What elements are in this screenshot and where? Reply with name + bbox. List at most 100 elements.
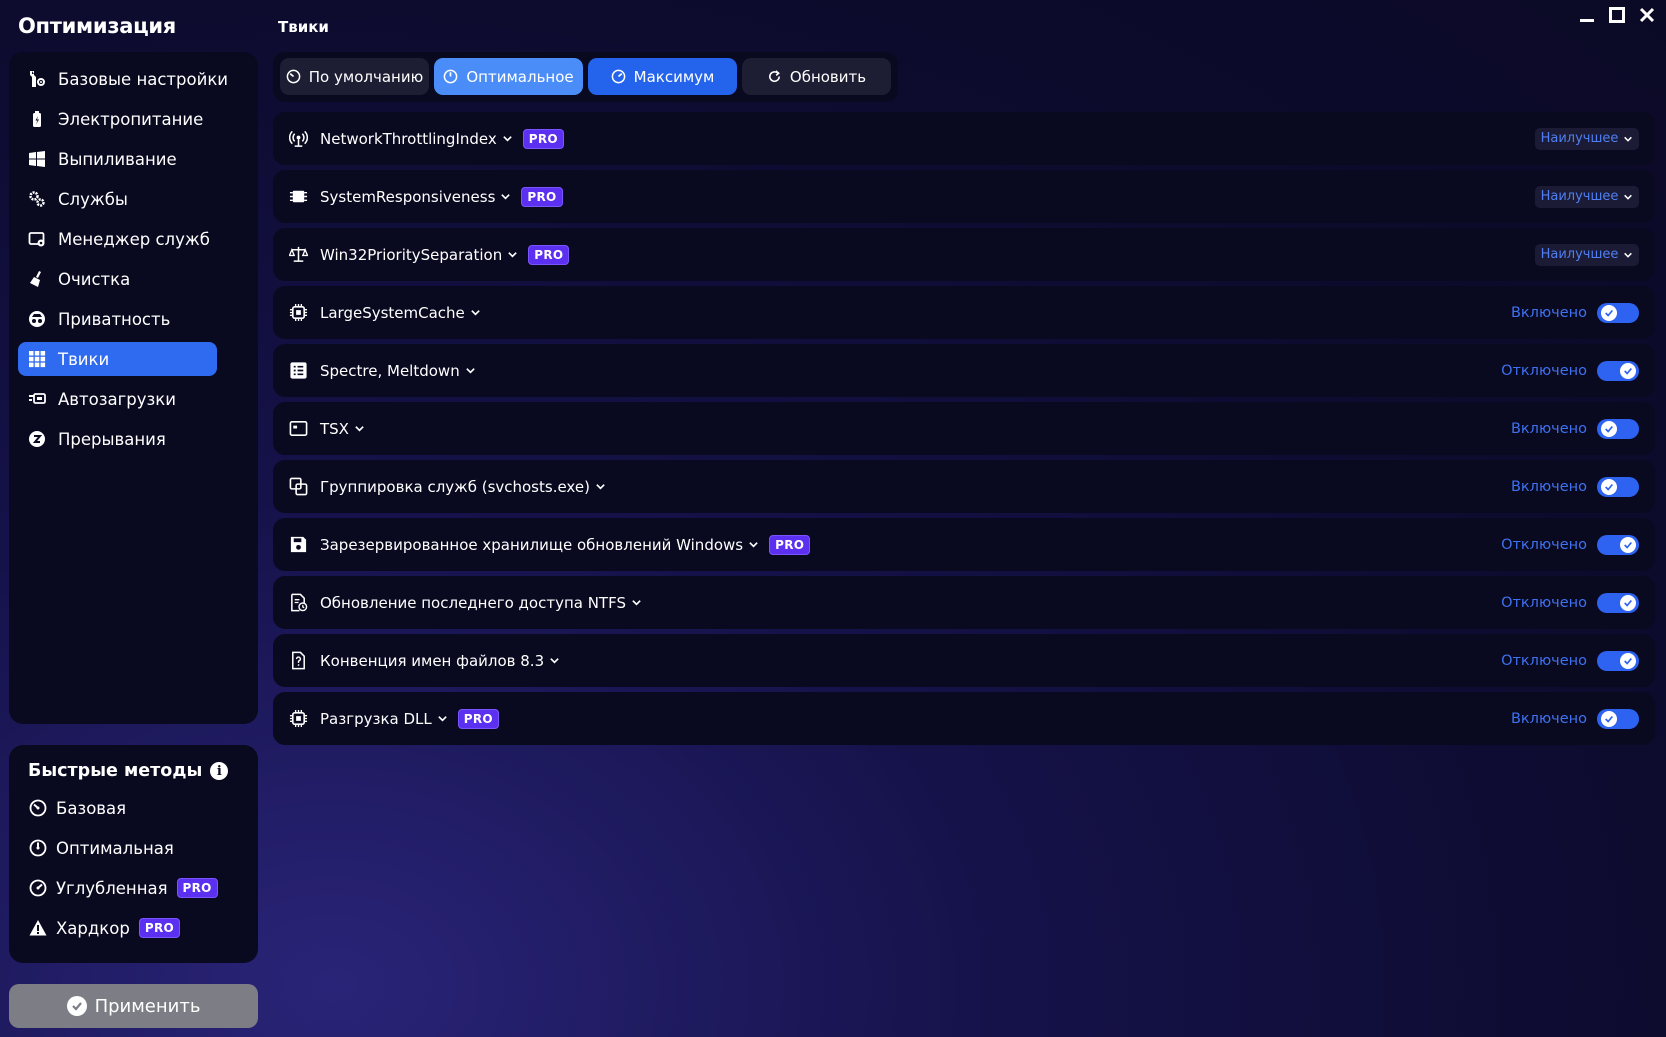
maximize-button[interactable] xyxy=(1608,6,1626,24)
tweak-select-value: Наилучшее xyxy=(1540,131,1619,146)
sidebar-item-autostart[interactable]: Автозагрузки xyxy=(18,382,249,416)
sidebar-item-label: Автозагрузки xyxy=(58,389,176,409)
tweak-toggle[interactable] xyxy=(1597,302,1639,323)
section-title: Твики xyxy=(278,18,329,36)
chevron-down-icon[interactable] xyxy=(631,597,643,609)
windows-icon xyxy=(26,149,48,169)
close-button[interactable] xyxy=(1638,6,1656,24)
preset-maximum-label: Максимум xyxy=(633,67,715,86)
minimize-button[interactable] xyxy=(1578,6,1596,24)
quick-method-gauge-high[interactable]: Углубленная PRO xyxy=(28,873,248,903)
tweak-name: Конвенция имен файлов 8.3 xyxy=(320,651,545,670)
chevron-down-icon[interactable] xyxy=(354,423,366,435)
tweak-status: Включено xyxy=(1510,420,1587,437)
pro-badge: PRO xyxy=(176,878,218,898)
tweak-row: Обновление последнего доступа NTFS Отключ… xyxy=(273,576,1655,629)
chevron-down-icon[interactable] xyxy=(465,365,477,377)
network-icon xyxy=(288,129,308,149)
tweak-name: LargeSystemCache xyxy=(320,303,465,322)
preset-maximum-button[interactable]: Максимум xyxy=(588,58,737,95)
preset-default-button[interactable]: По умолчанию xyxy=(280,58,429,95)
tweak-name: Разгрузка DLL xyxy=(320,709,432,728)
quick-method-label: Базовая xyxy=(56,798,127,818)
tweak-name: Зарезервированное хранилище обновлений W… xyxy=(320,535,744,554)
chevron-down-icon[interactable] xyxy=(595,481,607,493)
warning-icon xyxy=(28,918,48,938)
sidebar-item-tools[interactable]: Базовые настройки xyxy=(18,62,249,96)
tweak-status: Отключено xyxy=(1501,594,1587,611)
check-icon xyxy=(1620,536,1636,553)
tweak-row: TSX Включено xyxy=(273,402,1655,455)
window-controls xyxy=(1578,6,1656,24)
chevron-down-icon[interactable] xyxy=(549,655,561,667)
sidebar: Базовые настройки Электропитание Выпиливан… xyxy=(9,52,258,724)
preset-default-label: По умолчанию xyxy=(308,67,424,86)
broom-icon xyxy=(26,269,48,289)
apply-button[interactable]: Применить xyxy=(9,984,258,1028)
sidebar-item-broom[interactable]: Очистка xyxy=(18,262,249,296)
tweak-select[interactable]: Наилучшее xyxy=(1535,243,1639,266)
quick-methods-panel: Быстрые методы i Базовая Оптимальная Углуб… xyxy=(9,745,258,963)
tweak-select[interactable]: Наилучшее xyxy=(1535,185,1639,208)
tweak-toggle[interactable] xyxy=(1597,418,1639,439)
sidebar-item-label: Базовые настройки xyxy=(58,69,229,89)
sidebar-item-gears[interactable]: Службы xyxy=(18,182,249,216)
copy-icon xyxy=(288,477,308,497)
tweak-toggle[interactable] xyxy=(1597,360,1639,381)
info-icon[interactable]: i xyxy=(210,762,229,780)
chevron-down-icon[interactable] xyxy=(748,539,760,551)
chevron-down-icon[interactable] xyxy=(500,191,512,203)
pro-badge: PRO xyxy=(528,244,570,265)
tweak-toggle[interactable] xyxy=(1597,592,1639,613)
pro-badge: PRO xyxy=(457,708,499,729)
preset-refresh-button[interactable]: Обновить xyxy=(742,58,891,95)
close-icon xyxy=(1639,7,1655,23)
sidebar-item-grid[interactable]: Твики xyxy=(18,342,217,376)
tweak-toggle[interactable] xyxy=(1597,534,1639,555)
apply-button-label: Применить xyxy=(94,995,201,1017)
quick-method-label: Углубленная xyxy=(56,878,168,898)
sidebar-item-label: Менеджер служб xyxy=(58,229,210,249)
gauge-mid-icon xyxy=(28,838,48,858)
tweak-status: Включено xyxy=(1510,710,1587,727)
autostart-icon xyxy=(26,389,48,409)
tweak-status: Отключено xyxy=(1501,652,1587,669)
quick-method-gauge-low[interactable]: Базовая xyxy=(28,793,248,823)
file-question-icon xyxy=(288,651,308,671)
check-icon xyxy=(1601,304,1617,321)
chevron-down-icon[interactable] xyxy=(507,249,519,261)
sidebar-item-incognito[interactable]: Приватность xyxy=(18,302,249,336)
gauge-high-icon xyxy=(611,69,625,84)
sidebar-item-battery[interactable]: Электропитание xyxy=(18,102,249,136)
sidebar-item-interrupt[interactable]: Прерывания xyxy=(18,422,249,456)
tweak-status: Включено xyxy=(1510,478,1587,495)
refresh-icon xyxy=(768,70,780,83)
check-icon xyxy=(1601,420,1617,437)
pro-badge: PRO xyxy=(522,128,564,149)
chevron-down-icon[interactable] xyxy=(437,713,449,725)
gauge-mid-icon xyxy=(444,69,458,84)
pro-badge: PRO xyxy=(521,186,563,207)
tweak-status: Включено xyxy=(1510,304,1587,321)
chevron-down-icon[interactable] xyxy=(470,307,482,319)
sidebar-item-service-manager[interactable]: Менеджер служб xyxy=(18,222,249,256)
chevron-down-icon[interactable] xyxy=(502,133,514,145)
tweak-name: NetworkThrottlingIndex xyxy=(320,129,497,148)
sidebar-item-windows[interactable]: Выпиливание xyxy=(18,142,249,176)
chevron-down-icon xyxy=(1618,192,1633,202)
tweak-name: SystemResponsiveness xyxy=(320,187,496,206)
tweak-toggle[interactable] xyxy=(1597,476,1639,497)
quick-method-label: Оптимальная xyxy=(56,838,174,858)
tweak-select-value: Наилучшее xyxy=(1540,247,1619,262)
tweak-select[interactable]: Наилучшее xyxy=(1535,127,1639,150)
grid-icon xyxy=(26,349,48,369)
check-icon xyxy=(1601,478,1617,495)
quick-method-warning[interactable]: Хардкор PRO xyxy=(28,913,248,943)
tweak-toggle[interactable] xyxy=(1597,708,1639,729)
sidebar-item-label: Электропитание xyxy=(58,109,204,129)
quick-method-gauge-mid[interactable]: Оптимальная xyxy=(28,833,248,863)
check-icon xyxy=(1620,362,1636,379)
sidebar-item-label: Прерывания xyxy=(58,429,166,449)
tweak-toggle[interactable] xyxy=(1597,650,1639,671)
preset-optimal-button[interactable]: Оптимальное xyxy=(434,58,583,95)
